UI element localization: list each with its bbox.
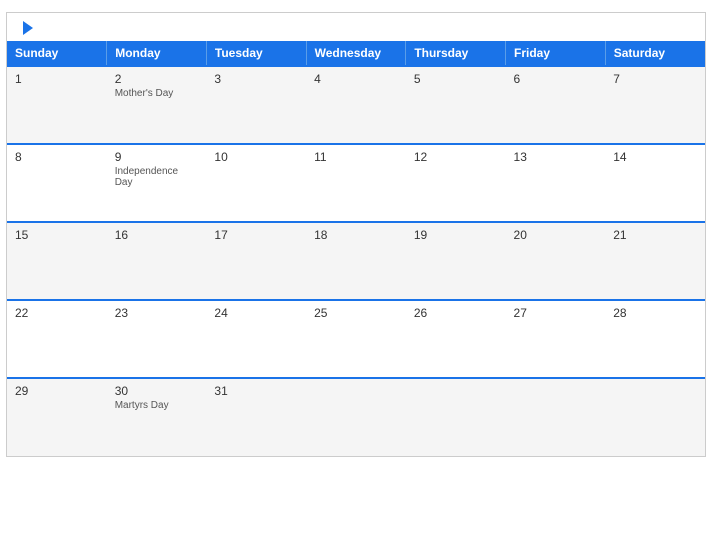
calendar-cell: 22 <box>7 300 107 378</box>
calendar-cell: 3 <box>206 66 306 144</box>
day-number: 8 <box>15 150 22 164</box>
day-number: 19 <box>414 228 427 242</box>
calendar-cell: 6 <box>506 66 606 144</box>
calendar-cell: 26 <box>406 300 506 378</box>
calendar-cell: 15 <box>7 222 107 300</box>
calendar-cell: 27 <box>506 300 606 378</box>
day-number: 27 <box>514 306 527 320</box>
day-number: 12 <box>414 150 427 164</box>
calendar-cell: 18 <box>306 222 406 300</box>
holiday-name: Martyrs Day <box>115 400 199 411</box>
calendar-thead: SundayMondayTuesdayWednesdayThursdayFrid… <box>7 41 705 66</box>
day-number: 17 <box>214 228 227 242</box>
day-number: 23 <box>115 306 128 320</box>
calendar-cell: 8 <box>7 144 107 222</box>
calendar-cell: 21 <box>605 222 705 300</box>
calendar-cell: 4 <box>306 66 406 144</box>
day-number: 13 <box>514 150 527 164</box>
calendar-cell: 23 <box>107 300 207 378</box>
calendar-cell: 12 <box>406 144 506 222</box>
calendar-cell: 17 <box>206 222 306 300</box>
day-number: 29 <box>15 384 28 398</box>
calendar-cell: 2 Mother's Day <box>107 66 207 144</box>
calendar-header <box>7 13 705 41</box>
weekday-header-friday: Friday <box>506 41 606 66</box>
calendar-cell: 14 <box>605 144 705 222</box>
weekday-header-wednesday: Wednesday <box>306 41 406 66</box>
day-number: 24 <box>214 306 227 320</box>
calendar-body: 12Mother's Day3456789Independence Day101… <box>7 66 705 456</box>
week-row-1: 1 2 Mother's Day 3 4 5 6 7 <box>7 66 705 144</box>
day-number: 26 <box>414 306 427 320</box>
day-number: 28 <box>613 306 626 320</box>
day-number: 21 <box>613 228 626 242</box>
day-number: 11 <box>314 150 326 164</box>
calendar-cell: 9 Independence Day <box>107 144 207 222</box>
holiday-name: Mother's Day <box>115 88 199 99</box>
day-number: 16 <box>115 228 128 242</box>
calendar-cell: 13 <box>506 144 606 222</box>
calendar-cell: 10 <box>206 144 306 222</box>
calendar-cell <box>605 378 705 456</box>
weekday-header-sunday: Sunday <box>7 41 107 66</box>
day-number: 18 <box>314 228 327 242</box>
calendar-cell: 1 <box>7 66 107 144</box>
day-number: 7 <box>613 72 620 86</box>
logo-area <box>21 21 33 35</box>
day-number: 15 <box>15 228 28 242</box>
calendar-cell: 20 <box>506 222 606 300</box>
calendar-table: SundayMondayTuesdayWednesdayThursdayFrid… <box>7 41 705 456</box>
day-number: 1 <box>15 72 22 86</box>
day-number: 22 <box>15 306 28 320</box>
day-number: 9 <box>115 150 122 164</box>
day-number: 31 <box>214 384 227 398</box>
calendar-cell <box>306 378 406 456</box>
day-number: 30 <box>115 384 128 398</box>
week-row-3: 15 16 17 18 19 20 21 <box>7 222 705 300</box>
day-number: 5 <box>414 72 421 86</box>
holiday-name: Independence Day <box>115 166 199 188</box>
logo-triangle-icon <box>23 21 33 35</box>
calendar-cell: 24 <box>206 300 306 378</box>
day-number: 25 <box>314 306 327 320</box>
calendar-cell: 28 <box>605 300 705 378</box>
calendar-cell <box>506 378 606 456</box>
calendar-cell: 16 <box>107 222 207 300</box>
calendar-cell: 11 <box>306 144 406 222</box>
day-number: 3 <box>214 72 221 86</box>
day-number: 6 <box>514 72 521 86</box>
calendar-cell: 19 <box>406 222 506 300</box>
weekday-header-monday: Monday <box>107 41 207 66</box>
day-number: 2 <box>115 72 122 86</box>
day-number: 14 <box>613 150 626 164</box>
calendar-cell: 25 <box>306 300 406 378</box>
calendar-cell: 5 <box>406 66 506 144</box>
calendar-cell: 29 <box>7 378 107 456</box>
week-row-5: 29 30 Martyrs Day 31 <box>7 378 705 456</box>
weekday-header-thursday: Thursday <box>406 41 506 66</box>
calendar: SundayMondayTuesdayWednesdayThursdayFrid… <box>6 12 706 457</box>
calendar-cell: 31 <box>206 378 306 456</box>
day-number: 10 <box>214 150 227 164</box>
weekday-header-saturday: Saturday <box>605 41 705 66</box>
calendar-cell: 7 <box>605 66 705 144</box>
week-row-4: 22 23 24 25 26 27 28 <box>7 300 705 378</box>
calendar-cell <box>406 378 506 456</box>
day-number: 20 <box>514 228 527 242</box>
weekday-header-row: SundayMondayTuesdayWednesdayThursdayFrid… <box>7 41 705 66</box>
weekday-header-tuesday: Tuesday <box>206 41 306 66</box>
calendar-cell: 30 Martyrs Day <box>107 378 207 456</box>
week-row-2: 8 9 Independence Day 10 11 12 13 14 <box>7 144 705 222</box>
day-number: 4 <box>314 72 321 86</box>
